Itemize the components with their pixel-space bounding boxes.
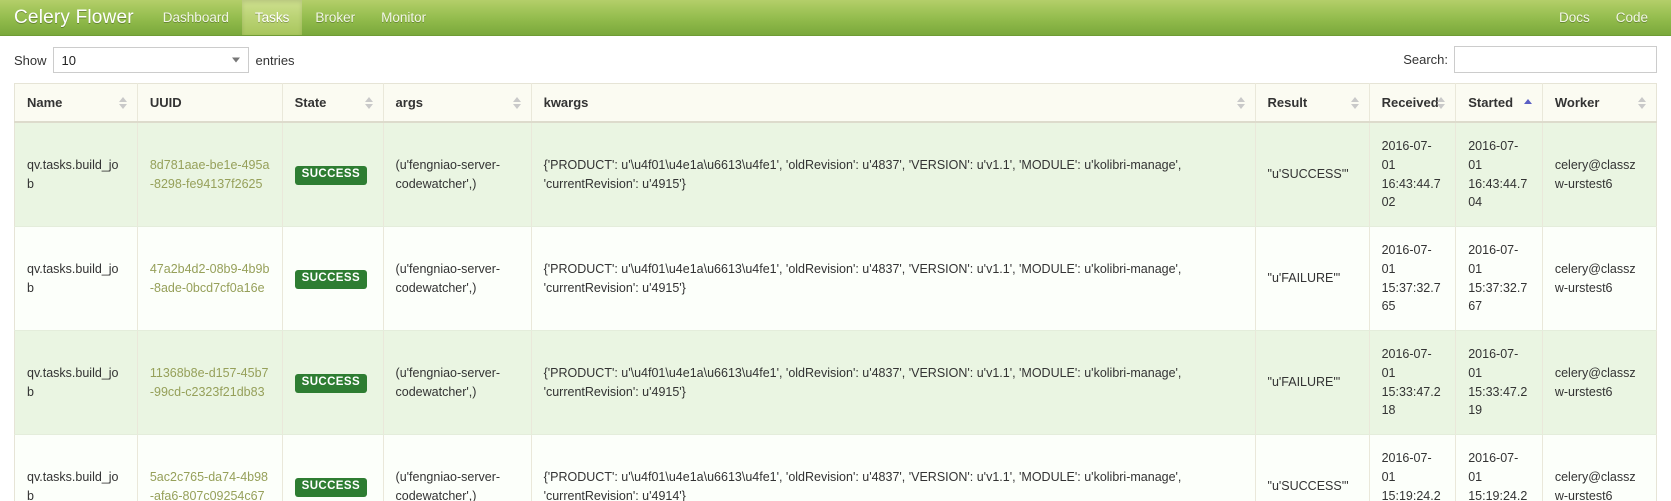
show-label: Show [14,52,47,68]
column-label-received: Received [1381,95,1439,110]
status-badge: SUCCESS [294,374,368,393]
cell-args: (u'fengniao-server-codewatcher',) [383,122,532,227]
sort-icon-worker[interactable] [1638,96,1647,110]
search-input[interactable] [1454,46,1657,73]
table-controls: Show 10 entries Search: [0,36,1671,83]
cell-result: "u'FAILURE'" [1255,330,1370,435]
column-label-started: Started [1468,95,1514,110]
cell-worker: celery@classzw-urstest6 [1542,226,1658,331]
cell-args: (u'fengniao-server-codewatcher',) [383,434,532,501]
cell-received: 2016-07-01 16:43:44.702 [1369,122,1457,227]
cell-worker: celery@classzw-urstest6 [1542,330,1658,435]
cell-name: qv.tasks.build_job [14,330,138,435]
page-length-value: 10 [61,52,76,68]
cell-uuid: 11368b8e-d157-45b7-99cd-c2323f21db83 [137,330,283,435]
column-header-name[interactable]: Name [14,83,138,123]
cell-name: qv.tasks.build_job [14,226,138,331]
column-header-uuid[interactable]: UUID [137,83,283,123]
cell-kwargs: {'PRODUCT': u'\u4f01\u4e1a\u6613\u4fe1',… [531,434,1256,501]
table-row[interactable]: qv.tasks.build_job 5ac2c765-da74-4b98-af… [14,434,1658,501]
status-badge: SUCCESS [294,478,368,497]
sort-icon-result[interactable] [1350,96,1360,110]
table-row[interactable]: qv.tasks.build_job 47a2b4d2-08b9-4b9b-8a… [14,226,1658,331]
sort-icon-state[interactable] [364,96,374,110]
cell-started: 2016-07-01 15:33:47.219 [1455,330,1543,435]
sort-icon-started[interactable] [1523,96,1533,110]
sort-icon-received[interactable] [1437,96,1446,110]
cell-name: qv.tasks.build_job [14,122,138,227]
cell-args: (u'fengniao-server-codewatcher',) [383,330,532,435]
tasks-table-wrapper: Name UUID State args kwargs Result Recei… [0,83,1671,501]
chevron-down-icon [231,57,240,63]
cell-state: SUCCESS [282,122,384,227]
sort-icon-args[interactable] [512,96,522,110]
nav-link-code[interactable]: Code [1603,0,1661,35]
cell-result: "u'SUCCESS'" [1255,434,1370,501]
cell-received: 2016-07-01 15:19:24.266 [1369,434,1457,501]
sort-icon-name[interactable] [118,96,128,110]
search-control: Search: [1403,46,1657,73]
cell-uuid: 8d781aae-be1e-495a-8298-fe94137f2625 [137,122,283,227]
search-label: Search: [1403,52,1448,67]
column-header-kwargs[interactable]: kwargs [531,83,1256,123]
nav-link-tasks[interactable]: Tasks [241,0,303,35]
tasks-table-head: Name UUID State args kwargs Result Recei… [14,83,1658,123]
table-header-row: Name UUID State args kwargs Result Recei… [14,83,1658,123]
sort-icon-kwargs[interactable] [1236,96,1246,110]
nav-links: Dashboard Tasks Broker Monitor [150,0,439,35]
cell-name: qv.tasks.build_job [14,434,138,501]
uuid-link[interactable]: 8d781aae-be1e-495a-8298-fe94137f2625 [150,158,270,191]
tasks-table-body: qv.tasks.build_job 8d781aae-be1e-495a-82… [14,122,1658,501]
brand-title[interactable]: Celery Flower [0,0,150,35]
cell-worker: celery@classzw-urstest6 [1542,434,1658,501]
status-badge: SUCCESS [294,166,368,185]
cell-started: 2016-07-01 15:37:32.767 [1455,226,1543,331]
tasks-table: Name UUID State args kwargs Result Recei… [14,83,1658,501]
uuid-link[interactable]: 5ac2c765-da74-4b98-afa6-807c09254c67 [150,470,268,501]
cell-worker: celery@classzw-urstest6 [1542,122,1658,227]
column-label-result: Result [1267,95,1308,110]
status-badge: SUCCESS [294,270,368,289]
cell-kwargs: {'PRODUCT': u'\u4f01\u4e1a\u6613\u4fe1',… [531,122,1256,227]
nav-link-broker[interactable]: Broker [302,0,368,35]
cell-uuid: 5ac2c765-da74-4b98-afa6-807c09254c67 [137,434,283,501]
column-label-kwargs: kwargs [543,95,589,110]
cell-state: SUCCESS [282,434,384,501]
page-length-control: Show 10 entries [14,47,295,73]
column-label-uuid: UUID [149,95,182,110]
column-label-state: State [294,95,327,110]
cell-state: SUCCESS [282,226,384,331]
table-row[interactable]: qv.tasks.build_job 11368b8e-d157-45b7-99… [14,330,1658,435]
nav-link-docs[interactable]: Docs [1546,0,1603,35]
page-length-select[interactable]: 10 [52,47,249,73]
top-navbar: Celery Flower Dashboard Tasks Broker Mon… [0,0,1671,36]
column-label-worker: Worker [1554,95,1600,110]
column-header-worker[interactable]: Worker [1542,83,1658,123]
column-header-result[interactable]: Result [1255,83,1370,123]
column-header-args[interactable]: args [383,83,532,123]
column-header-state[interactable]: State [282,83,384,123]
cell-started: 2016-07-01 15:19:24.267 [1455,434,1543,501]
entries-label: entries [255,52,295,68]
cell-received: 2016-07-01 15:33:47.218 [1369,330,1457,435]
cell-kwargs: {'PRODUCT': u'\u4f01\u4e1a\u6613\u4fe1',… [531,330,1256,435]
cell-args: (u'fengniao-server-codewatcher',) [383,226,532,331]
uuid-link[interactable]: 11368b8e-d157-45b7-99cd-c2323f21db83 [150,366,269,399]
cell-uuid: 47a2b4d2-08b9-4b9b-8ade-0bcd7cf0a16e [137,226,283,331]
column-header-received[interactable]: Received [1369,83,1457,123]
nav-link-monitor[interactable]: Monitor [368,0,439,35]
column-header-started[interactable]: Started [1455,83,1543,123]
cell-result: "u'SUCCESS'" [1255,122,1370,227]
nav-right-links: Docs Code [1546,0,1671,35]
cell-received: 2016-07-01 15:37:32.765 [1369,226,1457,331]
nav-link-dashboard[interactable]: Dashboard [150,0,242,35]
uuid-link[interactable]: 47a2b4d2-08b9-4b9b-8ade-0bcd7cf0a16e [150,262,270,295]
table-row[interactable]: qv.tasks.build_job 8d781aae-be1e-495a-82… [14,122,1658,227]
cell-state: SUCCESS [282,330,384,435]
cell-started: 2016-07-01 16:43:44.704 [1455,122,1543,227]
column-label-args: args [395,95,423,110]
cell-result: "u'FAILURE'" [1255,226,1370,331]
cell-kwargs: {'PRODUCT': u'\u4f01\u4e1a\u6613\u4fe1',… [531,226,1256,331]
column-label-name: Name [27,95,63,110]
